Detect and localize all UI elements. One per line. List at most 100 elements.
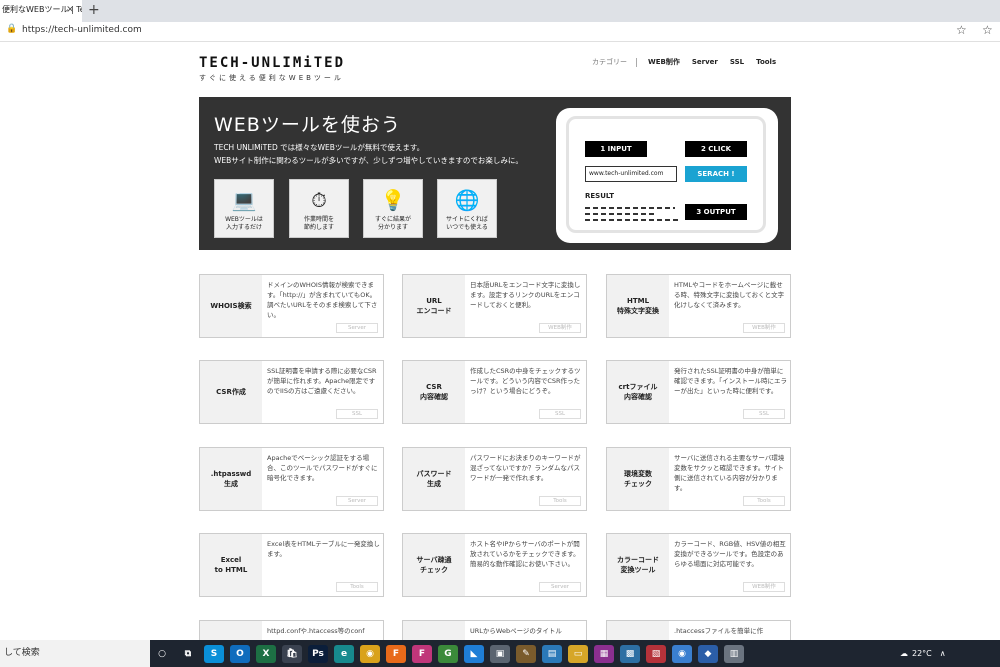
tool-name: crtファイル 内容確認	[607, 361, 669, 423]
address-bar: 🔒 https://tech-unlimited.com ☆ ☆	[0, 22, 1000, 42]
store-icon[interactable]: 🛍	[282, 644, 302, 663]
category-tag: WEB制作	[743, 323, 785, 333]
app-icon[interactable]: ▣	[490, 644, 510, 663]
tool-card[interactable]: .htpasswd 生成 Apacheでベーシック認証をする場合、このツールでパス…	[199, 447, 384, 511]
firefox-dev-icon[interactable]: F	[412, 644, 432, 663]
tool-card[interactable]: 環境変数 チェック サーバに送信される主要なサーバ環境変数をサクッと確認できます。…	[606, 447, 791, 511]
tool-card[interactable]: crtファイル 内容確認 発行されたSSL証明書の中身が簡単に確認できます。「イン…	[606, 360, 791, 424]
tool-name: パスワード 生成	[403, 448, 465, 510]
tool-card[interactable]: サーバ疎通 チェック ホスト名やIPからサーバのポートが開放されているかをチェック…	[402, 533, 587, 597]
app-icon[interactable]: ✎	[516, 644, 536, 663]
tool-card[interactable]: カラーコード 変換ツール カラーコード、RGB値、HSV値の相互変換ができるツール…	[606, 533, 791, 597]
demo-result-label: RESULT	[585, 192, 614, 200]
demo-frame: 1 INPUT 2 CLICK www.tech-unlimited.com S…	[566, 116, 766, 233]
temperature[interactable]: 22°C	[912, 649, 932, 658]
input-callout: 1 INPUT	[585, 141, 647, 157]
tool-description: Excel表をHTMLテーブルに一発変換します。	[267, 540, 380, 558]
main-nav: カテゴリー WEB制作 Server SSL Tools	[592, 57, 788, 67]
favorites-add-icon[interactable]: ☆	[956, 23, 967, 37]
photoshop-icon[interactable]: Ps	[308, 644, 328, 663]
site-tagline: すぐに使える便利なWEBツール	[199, 74, 344, 82]
cortana-icon[interactable]: ○	[152, 644, 172, 663]
tool-description: httpd.confや.htaccess等のconf	[267, 627, 365, 635]
chrome-icon[interactable]: ◉	[672, 644, 692, 663]
tool-card[interactable]: CSR 内容確認 作成したCSRの中身をチェックするツールです。どういう内容でCS…	[402, 360, 587, 424]
file-explorer-icon[interactable]: ▭	[568, 644, 588, 663]
app-icon[interactable]: ▦	[594, 644, 614, 663]
url-input[interactable]: https://tech-unlimited.com	[22, 25, 142, 35]
feature-card: 💻 WEBツールは 入力するだけ	[214, 179, 274, 238]
demo-output-line	[585, 219, 680, 221]
taskbar-search-input[interactable]: して検索	[0, 640, 150, 667]
chrome-icon[interactable]: ◉	[360, 644, 380, 663]
lock-icon[interactable]: 🔒	[6, 24, 17, 34]
excel-icon[interactable]: X	[256, 644, 276, 663]
tool-card[interactable]: CSR作成 SSL証明書を申請する際に必要なCSRが簡単に作れます。Apache限…	[199, 360, 384, 424]
lightbulb-icon: 💡	[380, 188, 406, 212]
demo-output-line	[585, 207, 675, 209]
feature-label: すぐに結果が 分かります	[374, 216, 411, 231]
feature-label: WEBツールは 入力するだけ	[225, 216, 263, 231]
app-icon[interactable]: ▧	[646, 644, 666, 663]
tool-description: ドメインのWHOIS情報が検索できます。「http://」が含まれていてもOK。…	[267, 281, 378, 319]
task-view-icon[interactable]: ⧉	[178, 644, 198, 663]
vscode-icon[interactable]: ◣	[464, 644, 484, 663]
tool-name: CSR 内容確認	[403, 361, 465, 423]
clock-money-icon: ⏱	[311, 188, 327, 212]
feature-card: 🌐 サイトにくれば いつでも使える	[437, 179, 497, 238]
tool-description: SSL証明書を申請する際に必要なCSRが簡単に作れます。Apache限定ですので…	[267, 367, 377, 395]
tool-card[interactable]: URL エンコード 日本語URLをエンコード文字に変換します。設定するリンクのUR…	[402, 274, 587, 338]
hero-banner: WEBツールを使おう TECH UNLIMiTED では様々なWEBツールが無料…	[199, 97, 791, 250]
output-callout: 3 OUTPUT	[685, 204, 747, 220]
nav-item-ssl[interactable]: SSL	[730, 58, 744, 66]
click-callout: 2 CLICK	[685, 141, 747, 157]
tool-card[interactable]: HTML 特殊文字変換 HTMLやコードをホームページに載せる時、特殊文字に変換し…	[606, 274, 791, 338]
category-tag: Tools	[336, 582, 378, 592]
new-tab-button[interactable]: +	[88, 0, 100, 20]
browser-tab[interactable]: 便利なWEBツール | Tec ×	[0, 0, 82, 22]
site-logo[interactable]: TECH-UNLIMiTED	[199, 55, 345, 71]
windows-taskbar: して検索 ○ ⧉ S O X 🛍 Ps e ◉ F F G ◣ ▣ ✎ ▤ ▭ ▦ ▩ ▧ ◉ ◆ ▥ ☁ 22°C ∧	[0, 640, 1000, 667]
tool-name: WHOIS検索	[200, 275, 262, 337]
tool-description: .htaccessファイルを簡単に作	[674, 627, 764, 635]
category-tag: Server	[539, 582, 581, 592]
demo-search-button: SERACH !	[685, 166, 747, 182]
feature-card: ⏱ 作業時間を 節約します	[289, 179, 349, 238]
chevron-up-icon[interactable]: ∧	[940, 649, 946, 658]
nav-item-tools[interactable]: Tools	[756, 58, 776, 66]
tab-bar: 便利なWEBツール | Tec × +	[0, 0, 1000, 22]
firefox-icon[interactable]: F	[386, 644, 406, 663]
app-icon[interactable]: G	[438, 644, 458, 663]
tool-card[interactable]: Excel to HTML Excel表をHTMLテーブルに一発変換します。 Too…	[199, 533, 384, 597]
feature-label: 作業時間を 節約します	[303, 216, 334, 231]
laptop-icon: 💻	[231, 188, 257, 212]
globe-icon: 🌐	[454, 188, 480, 212]
category-tag: WEB制作	[743, 582, 785, 592]
weather-icon[interactable]: ☁	[900, 649, 908, 658]
category-tag: Tools	[743, 496, 785, 506]
skype-icon[interactable]: S	[204, 644, 224, 663]
nav-category-label: カテゴリー	[592, 58, 627, 66]
tool-description: Apacheでベーシック認証をする場合、このツールでパスワードがすぐに暗号化でき…	[267, 454, 378, 482]
outlook-icon[interactable]: O	[230, 644, 250, 663]
tool-card[interactable]: WHOIS検索 ドメインのWHOIS情報が検索できます。「http://」が含まれ…	[199, 274, 384, 338]
app-icon[interactable]: ▩	[620, 644, 640, 663]
hero-description: WEBサイト制作に関わるツールが多いですが、少しずつ増やしていきますのでお楽しみ…	[214, 156, 523, 165]
category-tag: Server	[336, 323, 378, 333]
nav-item-web[interactable]: WEB制作	[648, 57, 680, 67]
tool-name: URL エンコード	[403, 275, 465, 337]
tool-description: URLからWebページのタイトル	[470, 627, 562, 635]
favorites-icon[interactable]: ☆	[982, 23, 993, 37]
app-icon[interactable]: ◆	[698, 644, 718, 663]
category-tag: WEB制作	[539, 323, 581, 333]
tool-name: カラーコード 変換ツール	[607, 534, 669, 596]
edge-icon[interactable]: e	[334, 644, 354, 663]
category-tag: SSL	[539, 409, 581, 419]
app-icon[interactable]: ▤	[542, 644, 562, 663]
app-icon[interactable]: ▥	[724, 644, 744, 663]
tool-card[interactable]: パスワード 生成 パスワードにお決まりのキーワードが混ざってないですか？ランダムな…	[402, 447, 587, 511]
close-icon[interactable]: ×	[66, 0, 74, 20]
tool-description: サーバに送信される主要なサーバ環境変数をサクッと確認できます。サイト側に送信され…	[674, 454, 785, 492]
nav-item-server[interactable]: Server	[692, 58, 718, 66]
nav-divider	[636, 57, 637, 67]
